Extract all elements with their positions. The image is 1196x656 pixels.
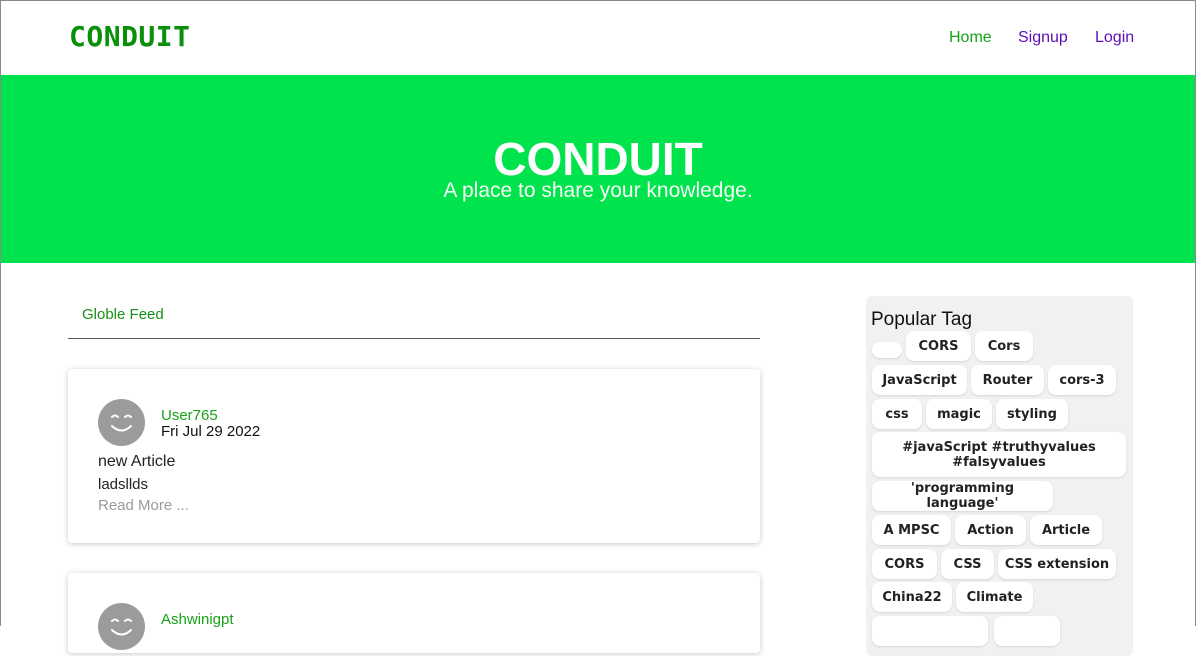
tag-pill[interactable] bbox=[872, 342, 902, 358]
tag-pill[interactable]: Action bbox=[955, 515, 1026, 545]
nav-home-link[interactable]: Home bbox=[949, 29, 992, 47]
sidebar-title: Popular Tag bbox=[871, 309, 973, 330]
tag-pill[interactable]: Climate bbox=[956, 582, 1033, 612]
tag-pill[interactable]: CORS bbox=[872, 549, 937, 579]
hero-title: CONDUIT bbox=[493, 133, 703, 185]
hero-subtitle: A place to share your knowledge. bbox=[443, 179, 753, 202]
tag-pill[interactable]: Router bbox=[971, 365, 1044, 395]
avatar[interactable] bbox=[98, 603, 145, 650]
tag-pill[interactable] bbox=[872, 616, 988, 646]
article-card: Ashwinigpt bbox=[68, 573, 760, 653]
feed-tab-divider bbox=[68, 338, 760, 339]
article-card: User765 Fri Jul 29 2022 new Article lads… bbox=[68, 369, 760, 543]
hero-banner: CONDUIT A place to share your knowledge. bbox=[0, 75, 1196, 263]
tag-pill[interactable]: China22 bbox=[872, 582, 952, 612]
article-description: ladsllds bbox=[98, 476, 149, 493]
avatar[interactable] bbox=[98, 399, 145, 446]
smiley-icon bbox=[111, 618, 132, 636]
tag-pill[interactable]: Cors bbox=[975, 331, 1033, 361]
smiley-icon bbox=[111, 414, 132, 432]
tag-pill[interactable]: 'programming language' bbox=[872, 481, 1053, 511]
article-author[interactable]: User765 bbox=[161, 407, 218, 424]
popular-tags-sidebar: Popular Tag CORS Cors JavaScript Router … bbox=[866, 296, 1133, 656]
article-title[interactable]: new Article bbox=[98, 453, 175, 471]
tag-pill[interactable]: cors-3 bbox=[1048, 365, 1116, 395]
tag-pill[interactable]: css bbox=[872, 399, 922, 429]
nav-login-link[interactable]: Login bbox=[1095, 29, 1134, 47]
tab-global-feed[interactable]: Globle Feed bbox=[82, 306, 164, 323]
brand-logo[interactable]: CONDUIT bbox=[69, 20, 191, 53]
tag-pill[interactable]: CSS bbox=[941, 549, 994, 579]
tag-pill[interactable]: CORS bbox=[906, 331, 971, 361]
tag-pill[interactable]: CSS extension bbox=[998, 549, 1116, 579]
tag-pill[interactable]: magic bbox=[926, 399, 992, 429]
article-author[interactable]: Ashwinigpt bbox=[161, 611, 234, 628]
read-more-link[interactable]: Read More ... bbox=[98, 497, 189, 514]
tag-pill[interactable]: styling bbox=[996, 399, 1068, 429]
tag-pill[interactable]: Article bbox=[1030, 515, 1102, 545]
tag-pill[interactable]: A MPSC bbox=[872, 515, 951, 545]
tag-pill[interactable]: JavaScript bbox=[872, 365, 967, 395]
tag-pill[interactable]: #javaScript #truthyvalues #falsyvalues bbox=[872, 432, 1126, 477]
article-date: Fri Jul 29 2022 bbox=[161, 423, 261, 440]
nav-signup-link[interactable]: Signup bbox=[1018, 29, 1068, 47]
tag-pill[interactable] bbox=[994, 616, 1060, 646]
navbar: CONDUIT Home Signup Login bbox=[0, 0, 1196, 75]
